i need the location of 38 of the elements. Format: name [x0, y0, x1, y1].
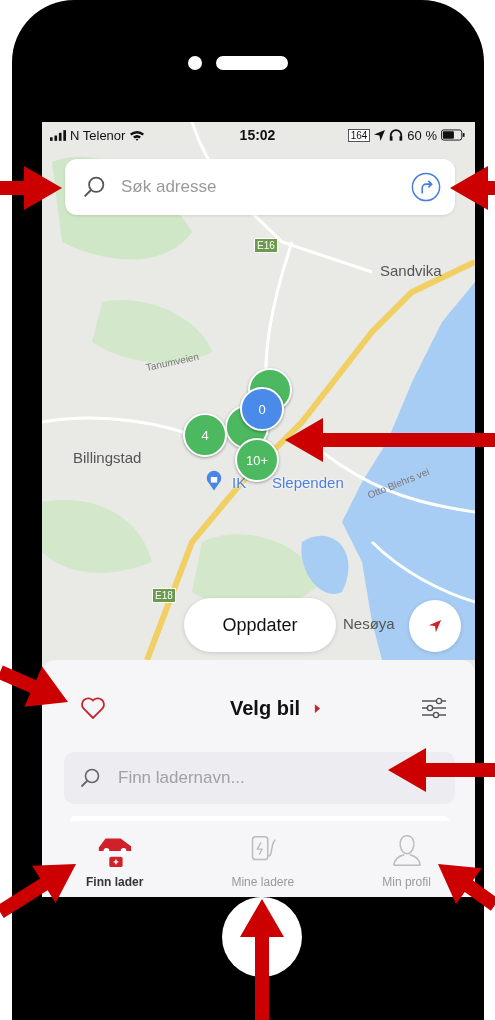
- carrier-name: N Telenor: [70, 127, 126, 143]
- speaker-icon: [216, 56, 288, 70]
- battery-percent: 60 %: [407, 127, 437, 143]
- map-label: Tanumveien: [144, 350, 200, 373]
- arrow: [0, 166, 62, 210]
- tab[interactable]: Mine ladere: [225, 829, 301, 891]
- address-search-input[interactable]: Søk adresse: [119, 176, 323, 198]
- map-label: Otto Blehrs vei: [365, 465, 431, 501]
- signal-icon: [50, 129, 66, 141]
- charger-search-input[interactable]: Finn ladernavn...: [116, 767, 439, 789]
- wifi-icon: [129, 129, 146, 141]
- camera-icon: [188, 56, 202, 70]
- arrow: [0, 665, 68, 707]
- search-icon: [80, 768, 100, 788]
- tab[interactable]: Finn lader: [80, 829, 150, 891]
- directions-icon[interactable]: [411, 172, 441, 202]
- caret-icon: [314, 702, 321, 714]
- road-shield: E18: [152, 588, 176, 603]
- headphones-icon: [389, 129, 404, 141]
- shopping-bag-pin-icon: [206, 470, 222, 492]
- filter-sliders-icon[interactable]: [421, 697, 447, 719]
- heart-icon[interactable]: [80, 696, 106, 720]
- address-search-field[interactable]: Søk adresse: [65, 159, 455, 215]
- update-button[interactable]: Oppdater: [184, 598, 336, 652]
- battery-icon: [441, 129, 465, 141]
- location-arrow-icon: [428, 619, 442, 633]
- car-select-button[interactable]: Velg bil: [226, 696, 325, 720]
- map-label: Nesøya: [343, 615, 395, 632]
- clock-time: 15:02: [239, 127, 276, 143]
- road-shield: E16: [254, 238, 278, 253]
- charger-search-field[interactable]: Finn ladernavn...: [64, 752, 455, 804]
- map-label: Billingstad: [73, 449, 142, 466]
- arrow: [450, 166, 495, 210]
- map-label: Sandvika: [380, 262, 442, 279]
- tab[interactable]: Min profil: [376, 829, 437, 891]
- search-icon: [83, 176, 105, 198]
- arrow: [438, 864, 495, 911]
- location-arrow-icon: [374, 129, 386, 141]
